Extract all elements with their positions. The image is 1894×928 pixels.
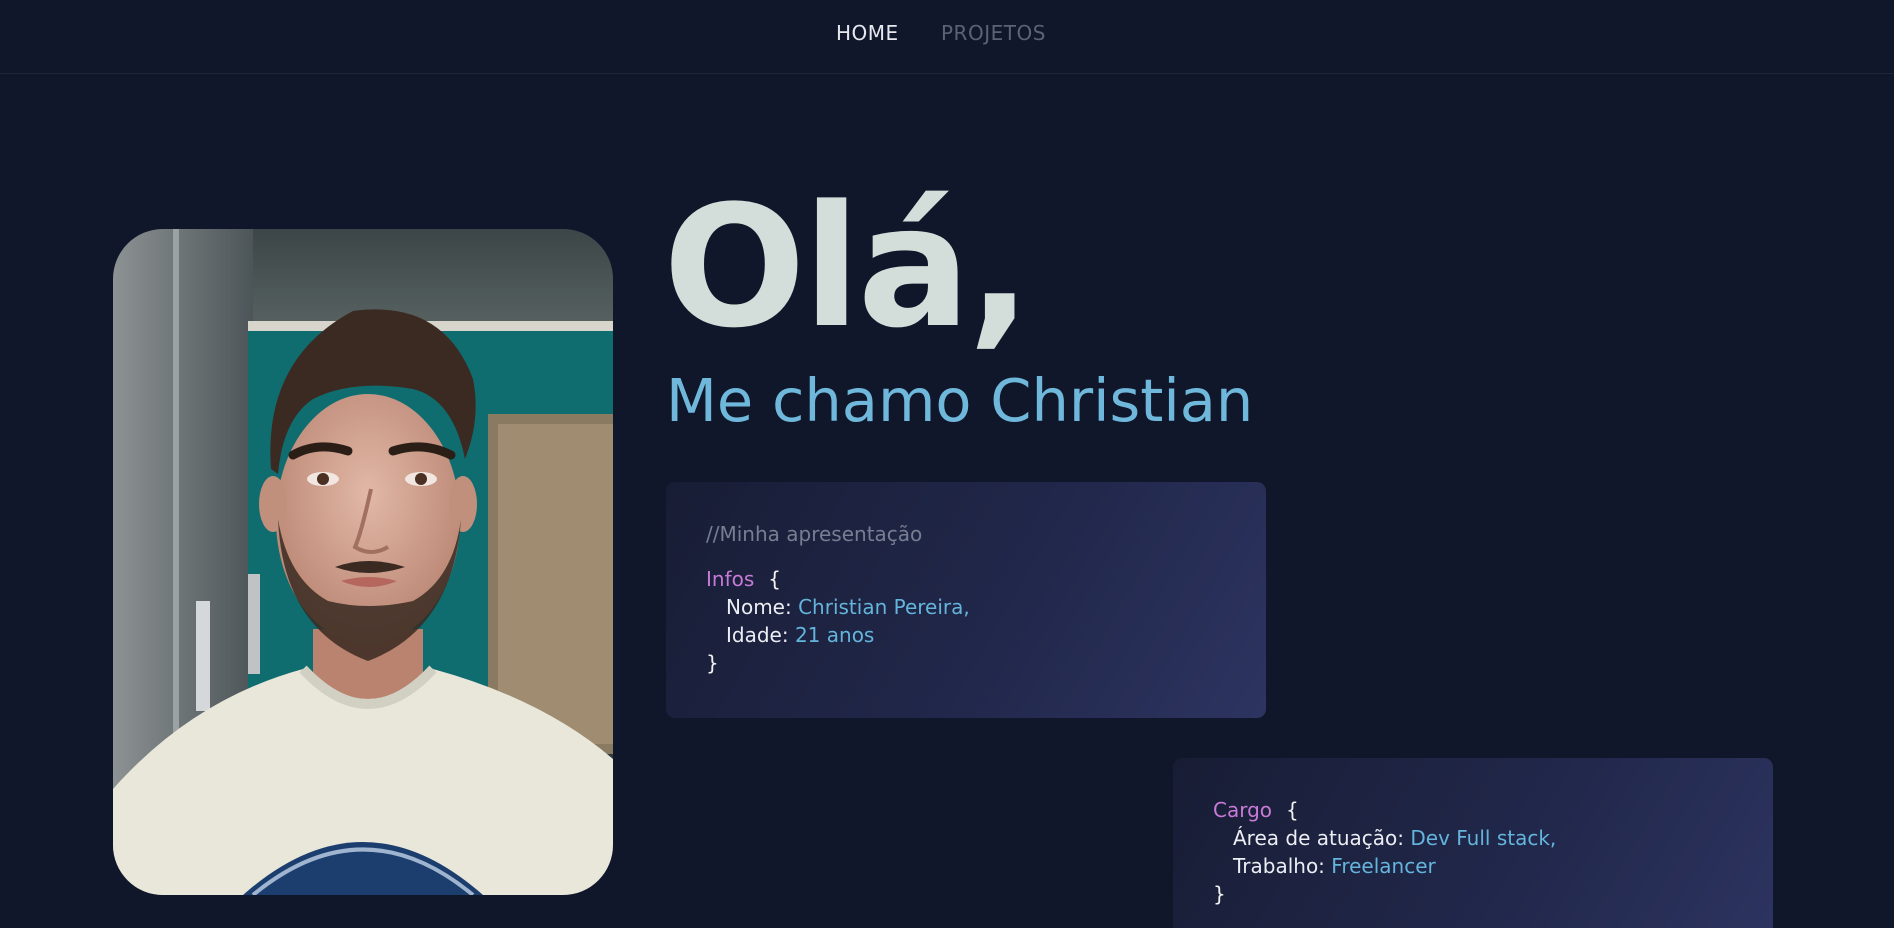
top-nav: HOME PROJETOS [0, 0, 1894, 74]
code-field-key: Trabalho: [1233, 854, 1325, 878]
code-field-value: Dev Full stack, [1410, 826, 1557, 850]
info-code-card: //Minha apresentação Infos { Nome: Christ… [666, 482, 1266, 718]
nav-link-projects[interactable]: PROJETOS [941, 21, 1046, 45]
code-field-value: 21 anos [794, 623, 875, 647]
code-field-value: Christian Pereira, [798, 595, 970, 619]
code-field: Idade: 21 anos [726, 623, 874, 647]
code-field: Nome: Christian Pereira, [726, 595, 970, 619]
code-close-brace: } [1213, 882, 1226, 906]
code-object-header: Infos { [706, 567, 781, 591]
code-close-brace: } [706, 651, 719, 675]
code-field-value: Freelancer [1331, 854, 1436, 878]
code-open-brace: { [768, 567, 782, 591]
code-object-name: Cargo [1213, 798, 1273, 822]
page: HOME PROJETOS Olá, Me chamo Christian //… [0, 0, 1894, 928]
code-field-key: Área de atuação: [1233, 826, 1404, 850]
code-comment: //Minha apresentação [706, 522, 923, 546]
code-field-key: Nome: [726, 595, 792, 619]
cargo-code-card: Cargo{ Área de atuação: Dev Full stack, … [1173, 758, 1773, 928]
profile-photo [113, 229, 613, 895]
code-object-name: Infos [706, 567, 755, 591]
code-field-key: Idade: [726, 623, 789, 647]
name-subtitle: Me chamo Christian [666, 366, 1254, 435]
greeting-heading: Olá, [663, 169, 1032, 365]
code-field: Área de atuação: Dev Full stack, [1233, 826, 1556, 850]
code-field: Trabalho: Freelancer [1233, 854, 1436, 878]
code-open-brace: { [1286, 798, 1299, 822]
nav-link-home[interactable]: HOME [836, 21, 899, 45]
code-object-header: Cargo { [1213, 798, 1299, 822]
